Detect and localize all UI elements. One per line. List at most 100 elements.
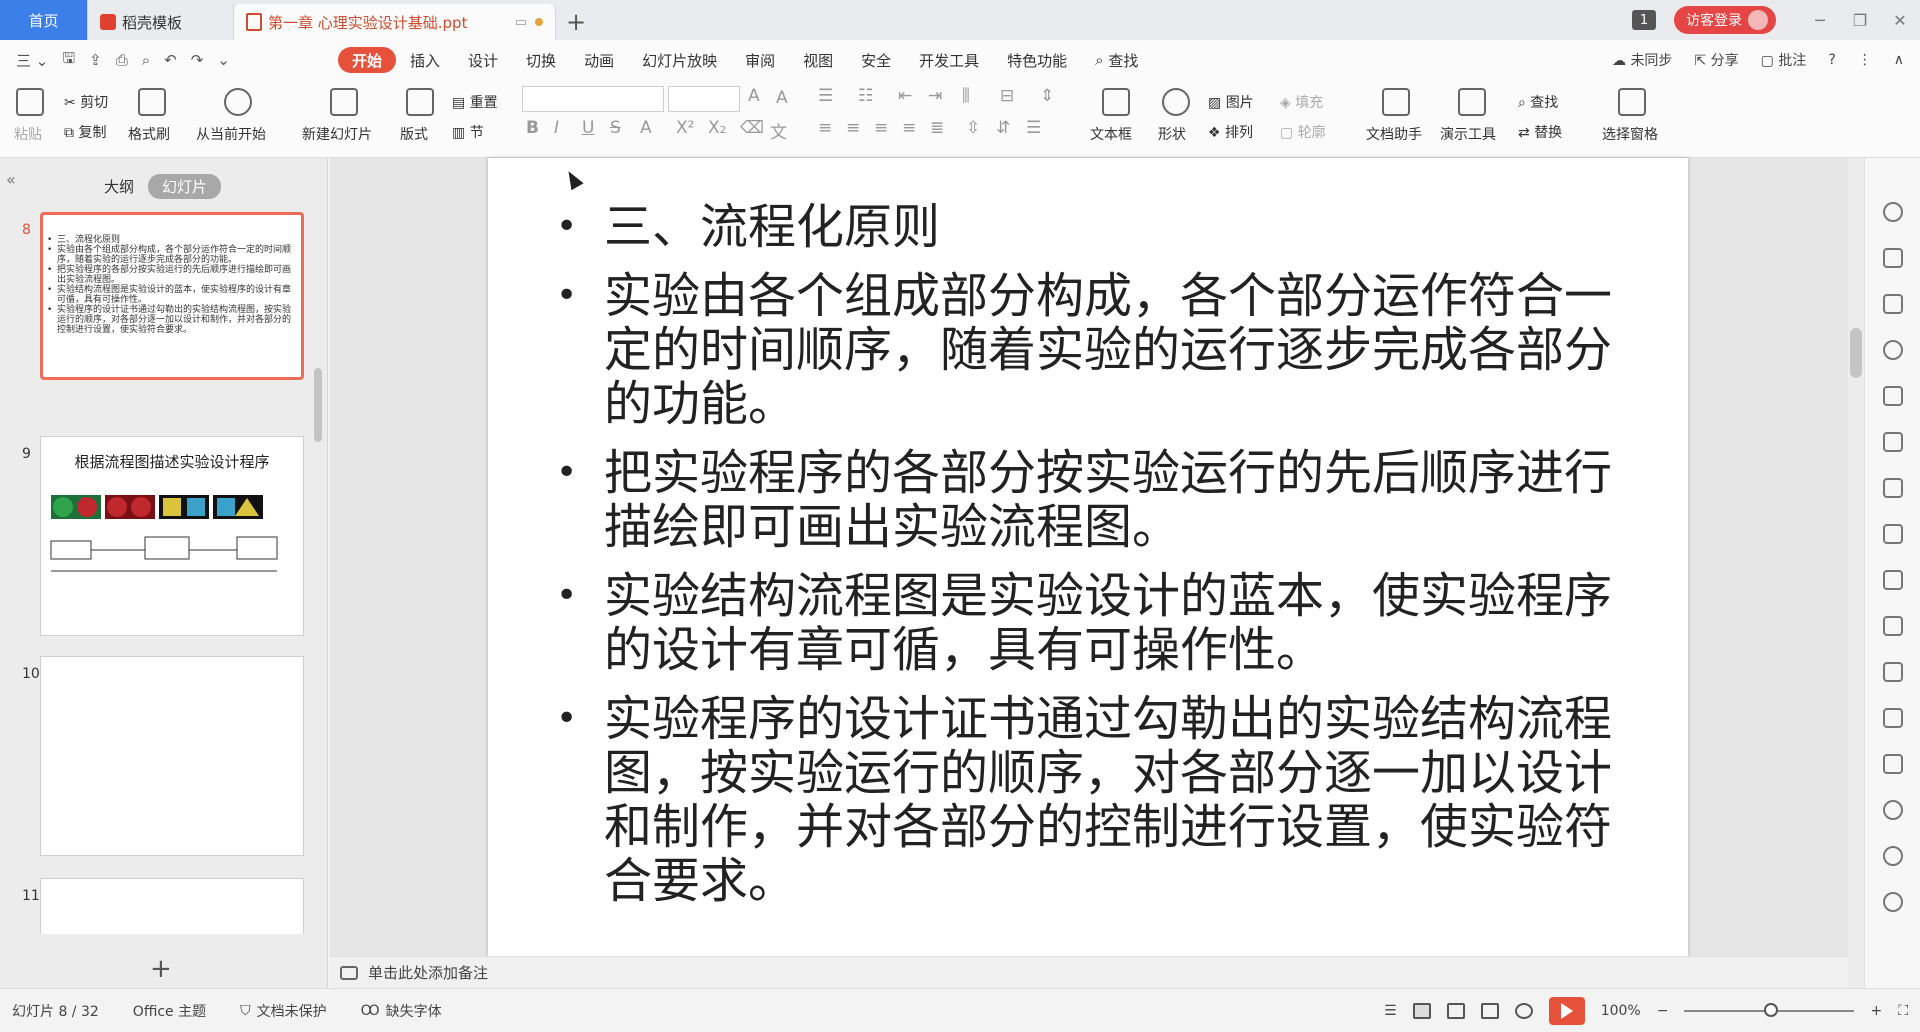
zoom-out-button[interactable]: −: [1657, 1003, 1669, 1019]
columns-icon[interactable]: ⫼: [962, 86, 970, 106]
reading-view-icon[interactable]: [1480, 1003, 1499, 1019]
normal-view-icon[interactable]: [1412, 1003, 1431, 1019]
chart-icon[interactable]: [1883, 478, 1903, 498]
customize-icon[interactable]: ⌄: [217, 51, 230, 69]
superscript-icon[interactable]: X²: [676, 118, 694, 138]
bold-icon[interactable]: B: [526, 118, 539, 138]
presentation-tools-button[interactable]: 演示工具: [1440, 124, 1496, 144]
home-tab[interactable]: 首页: [0, 0, 88, 40]
share-button[interactable]: ⇱ 分享: [1694, 50, 1738, 70]
gallery-icon[interactable]: [1883, 570, 1903, 590]
slide-content[interactable]: 三、流程化原则 实验由各个组成部分构成，各个部分运作符合一定的时间顺序，随着实验…: [556, 200, 1634, 923]
sync-status[interactable]: ☁ 未同步: [1612, 50, 1672, 70]
menu-insert[interactable]: 插入: [396, 47, 454, 73]
font-family-select[interactable]: [522, 86, 664, 112]
align-right-icon[interactable]: ≡: [874, 118, 888, 138]
menu-start[interactable]: 开始: [338, 47, 397, 73]
menu-developer[interactable]: 开发工具: [905, 47, 993, 73]
new-slide-icon[interactable]: [330, 88, 358, 116]
beautify-icon[interactable]: [1883, 340, 1903, 360]
archive-icon[interactable]: [1883, 662, 1903, 682]
shrink-font-icon[interactable]: A: [776, 88, 788, 108]
align-left-icon[interactable]: ≡: [818, 118, 832, 138]
line-spacing-icon[interactable]: ⇕: [1040, 86, 1054, 106]
presenter-view-icon[interactable]: [1514, 1003, 1533, 1019]
reset-button[interactable]: ▤ 重置: [452, 92, 498, 112]
grid-icon[interactable]: [1883, 432, 1903, 452]
help-circle-icon[interactable]: [1883, 892, 1903, 912]
layout-button[interactable]: 版式: [400, 124, 428, 144]
more-icon[interactable]: ⋮: [1858, 52, 1872, 68]
window-count-badge[interactable]: 1: [1632, 10, 1656, 30]
template-tab[interactable]: 稻壳模板: [88, 4, 234, 40]
zoom-in-button[interactable]: +: [1870, 1003, 1882, 1019]
increase-indent-icon[interactable]: ⇥: [928, 86, 942, 106]
text-direction-icon[interactable]: ⊟: [1000, 86, 1014, 106]
document-tab[interactable]: 第一章 心理实验设计基础.ppt ▭: [234, 4, 556, 40]
image-icon[interactable]: [1883, 708, 1903, 728]
history-icon[interactable]: [1883, 846, 1903, 866]
restore-button[interactable]: ❐: [1840, 0, 1880, 40]
canvas-scrollbar[interactable]: [1848, 158, 1864, 988]
slide-thumbnail-11[interactable]: [40, 878, 304, 934]
underline-icon[interactable]: U: [582, 118, 594, 138]
strikethrough-icon[interactable]: S: [610, 118, 621, 138]
new-tab-button[interactable]: +: [556, 4, 596, 40]
bullet-list-icon[interactable]: ☰: [818, 86, 833, 106]
textbox-icon[interactable]: [1102, 88, 1130, 116]
annotate-button[interactable]: ▢ 批注: [1761, 50, 1807, 70]
slideshow-play-button[interactable]: [1548, 997, 1585, 1025]
align-center-icon[interactable]: ≡: [846, 118, 860, 138]
clear-format-icon[interactable]: ⌫: [740, 118, 764, 138]
guest-login-button[interactable]: 访客登录: [1674, 6, 1776, 34]
missing-font[interactable]: Ꚙ 缺失字体: [361, 1001, 442, 1021]
find-button[interactable]: ⌕ 查找: [1518, 92, 1558, 112]
font-size-select[interactable]: [668, 86, 740, 112]
format-painter-icon[interactable]: [138, 88, 166, 116]
grow-font-icon[interactable]: A: [748, 86, 760, 106]
italic-icon[interactable]: I: [554, 118, 559, 138]
doc-assistant-icon[interactable]: [1382, 88, 1410, 116]
cut-button[interactable]: ✂ 剪切: [64, 92, 108, 112]
menu-features[interactable]: 特色功能: [993, 47, 1081, 73]
menu-design[interactable]: 设计: [454, 47, 512, 73]
pin-icon[interactable]: [1883, 202, 1903, 222]
tab-slides[interactable]: 幻灯片: [148, 174, 222, 199]
export-icon[interactable]: ⇪: [89, 51, 102, 69]
menu-view[interactable]: 视图: [789, 47, 847, 73]
arrange-button[interactable]: ❖ 排列: [1208, 122, 1253, 142]
slide-panel-scrollbar[interactable]: [314, 368, 322, 442]
shapes-icon[interactable]: [1883, 294, 1903, 314]
animation-icon[interactable]: [1883, 386, 1903, 406]
save-icon[interactable]: 🖫: [62, 48, 75, 73]
outline-button[interactable]: ▢ 轮廓: [1280, 122, 1326, 142]
paste-icon[interactable]: [16, 88, 44, 116]
subscript-icon[interactable]: X₂: [708, 118, 726, 138]
document-protection[interactable]: ⛉ 文档未保护: [240, 1001, 327, 1021]
notes-bar[interactable]: 单击此处添加备注: [330, 956, 1848, 988]
zoom-slider[interactable]: [1684, 1003, 1855, 1017]
undo-icon[interactable]: ↶: [164, 51, 177, 69]
paragraph-spacing-icon[interactable]: ⇵: [996, 118, 1010, 138]
backup-icon[interactable]: [1883, 800, 1903, 820]
zoom-slider-knob[interactable]: [1764, 1003, 1779, 1017]
add-slide-button[interactable]: +: [150, 954, 172, 984]
slide-thumbnail-8[interactable]: 三、流程化原则 实验由各个组成部分构成，各个部分运作符合一定的时间顺序，随着实验…: [40, 212, 304, 380]
slide-bullet[interactable]: 实验结构流程图是实验设计的蓝本，使实验程序的设计有章可循，具有可操作性。: [556, 569, 1634, 677]
minimize-button[interactable]: ─: [1800, 0, 1840, 40]
tab-outline[interactable]: 大纲: [104, 176, 134, 197]
paste-button[interactable]: 粘贴: [14, 124, 42, 144]
section-button[interactable]: ▥ 节: [452, 122, 484, 142]
doc-assistant-button[interactable]: 文档助手: [1366, 124, 1422, 144]
notes-placeholder[interactable]: 单击此处添加备注: [368, 962, 488, 983]
decrease-indent-icon[interactable]: ⇤: [898, 86, 912, 106]
menu-search[interactable]: ⌕ 查找: [1081, 47, 1152, 73]
picture-button[interactable]: ▨ 图片: [1208, 92, 1254, 112]
slide-heading[interactable]: 三、流程化原则: [556, 200, 1634, 254]
slide-bullet[interactable]: 把实验程序的各部分按实验运行的先后顺序进行描绘即可画出实验流程图。: [556, 446, 1634, 554]
presentation-tools-icon[interactable]: [1458, 88, 1486, 116]
canvas-scroll-thumb[interactable]: [1850, 328, 1862, 378]
slide-thumbnail-10[interactable]: [40, 656, 304, 856]
menu-slideshow[interactable]: 幻灯片放映: [628, 47, 731, 73]
menu-animation[interactable]: 动画: [570, 47, 628, 73]
